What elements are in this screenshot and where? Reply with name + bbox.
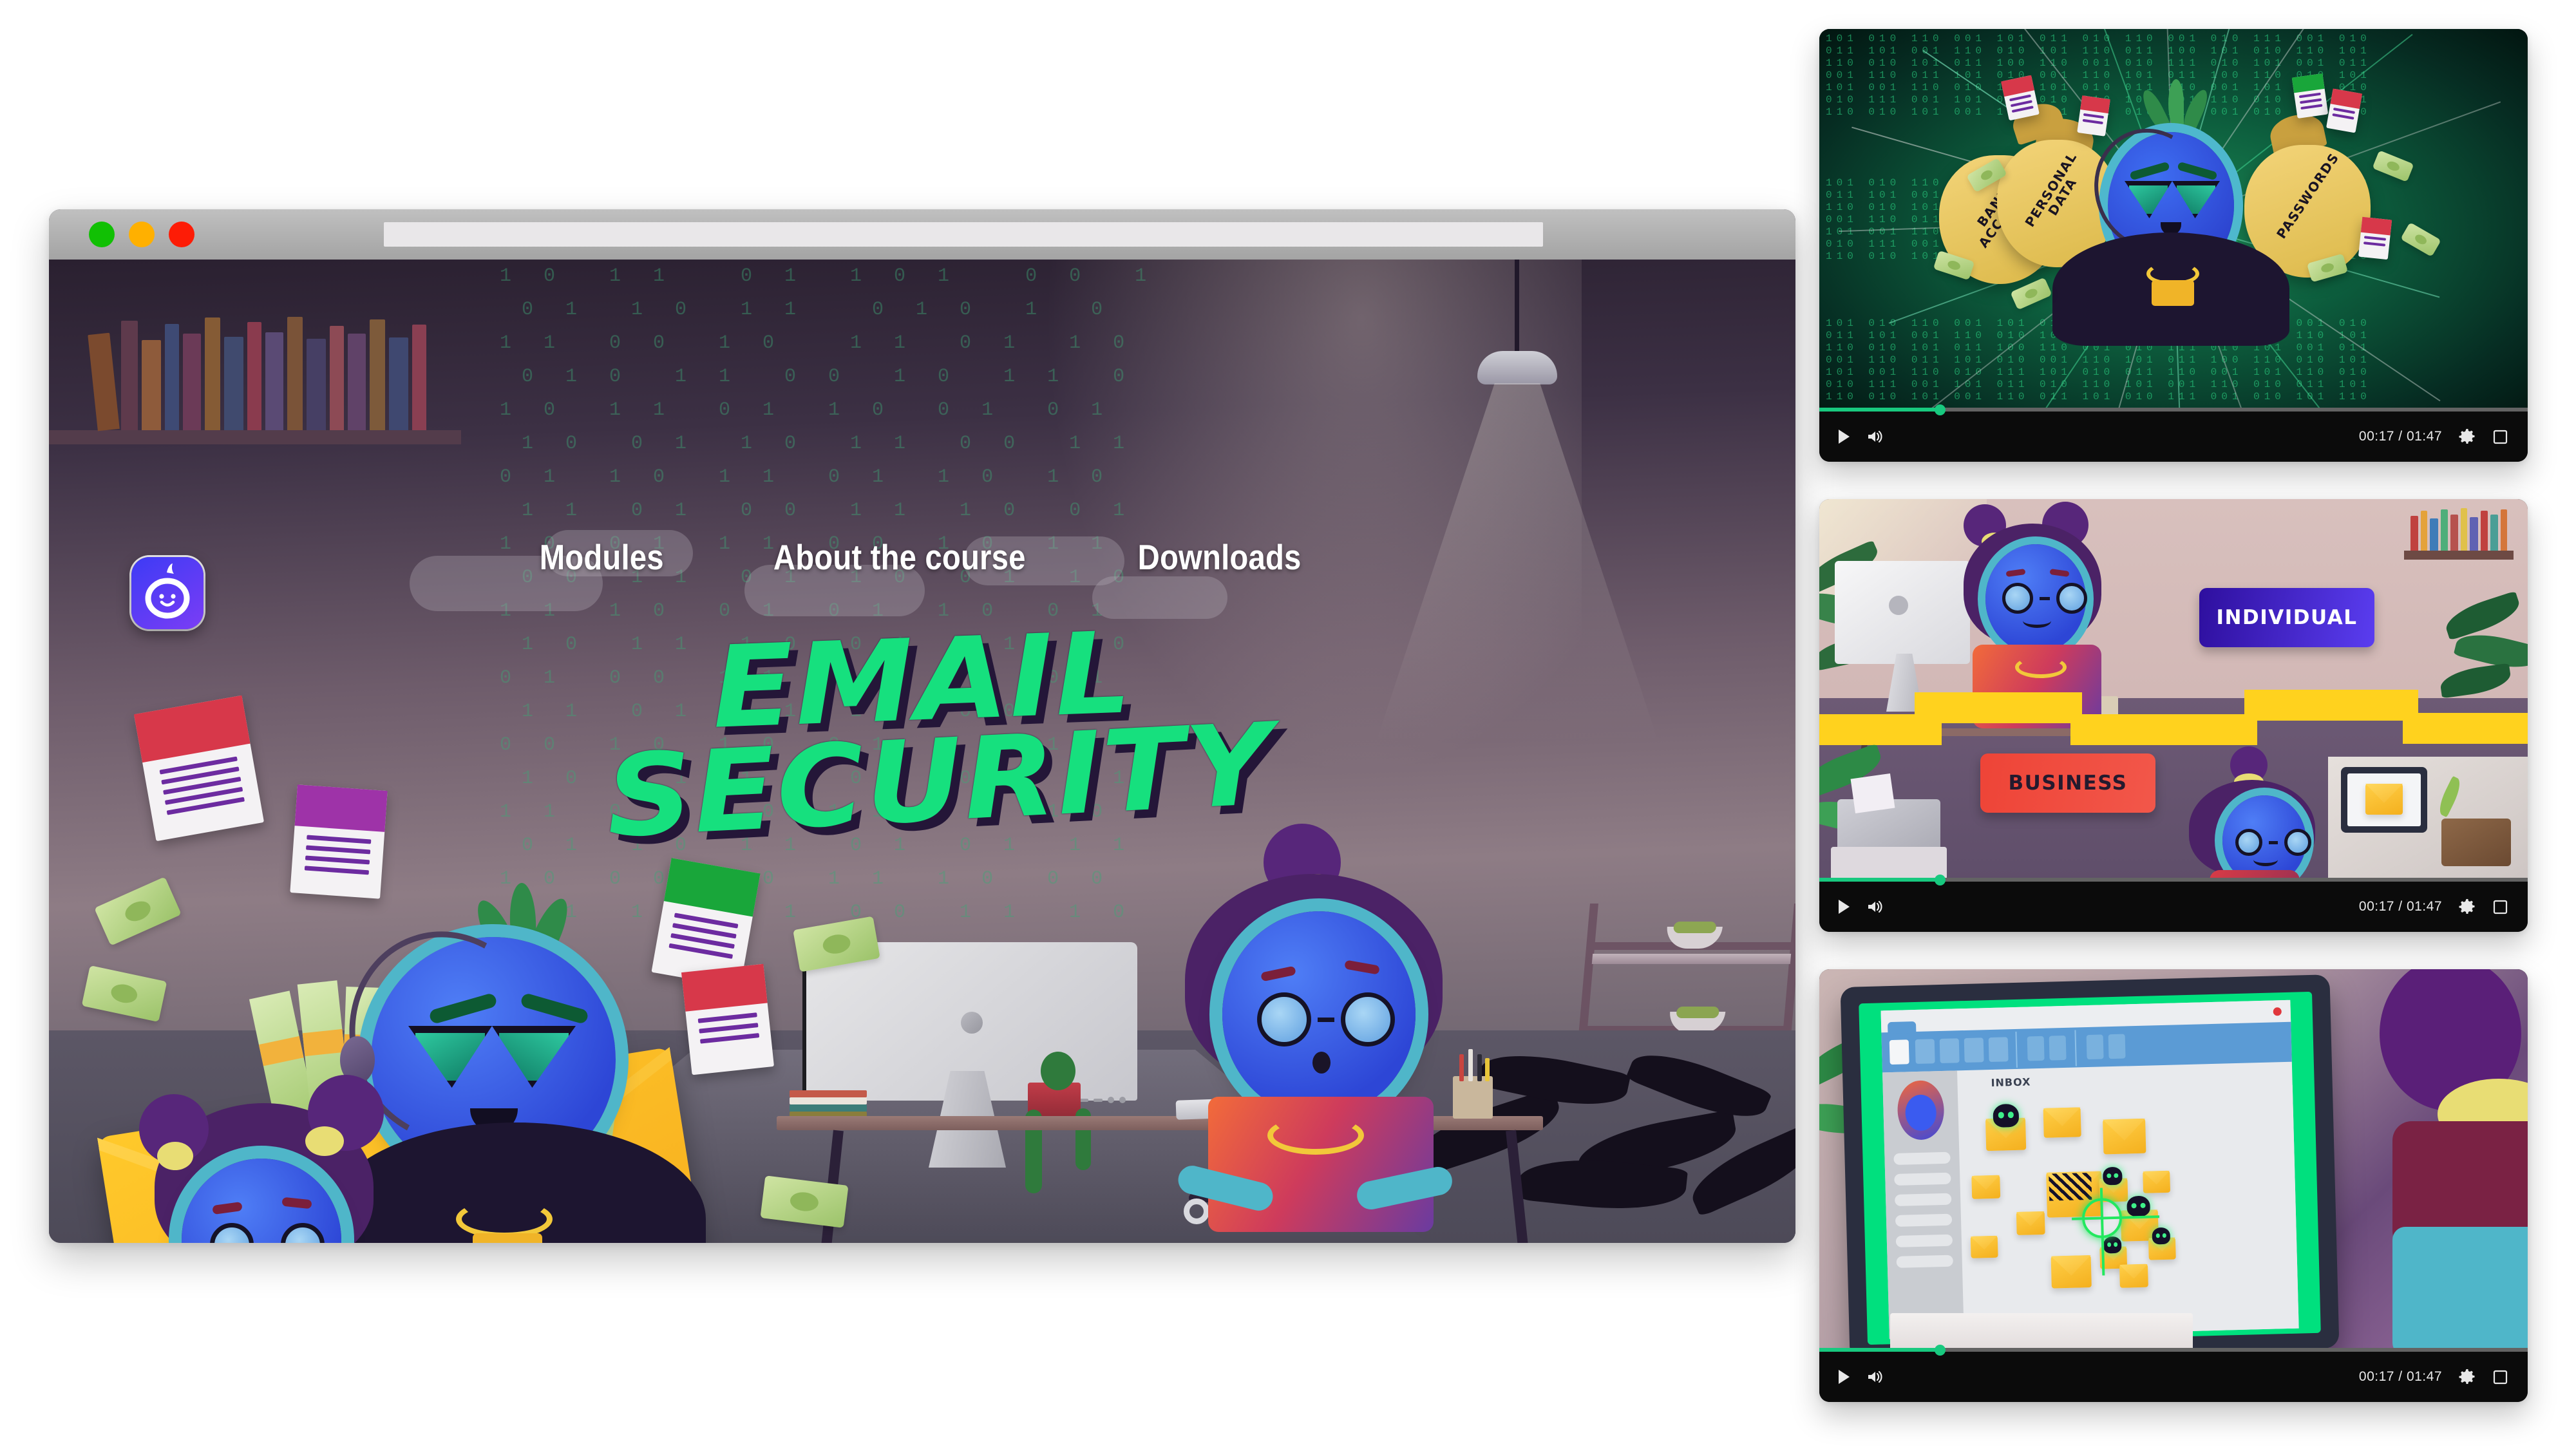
gear-icon[interactable] [2459,898,2476,915]
badge-individual: INDIVIDUAL [2199,588,2374,647]
play-button[interactable] [1839,900,1850,914]
browser-window: 1 0 1 1 0 1 1 0 1 0 0 1 0 1 1 0 1 1 0 1 … [49,209,1795,1243]
video-player-hacker[interactable]: 101 010 110 001 101 011 010 110 001 010 … [1819,29,2528,462]
pencil-cup [1453,1049,1493,1119]
bookshelf-board [49,430,461,444]
fullscreen-icon[interactable] [2492,429,2508,445]
mail-client: INBOX [1880,999,2299,1340]
close-button[interactable] [169,222,194,247]
crosshair-icon [2081,1197,2123,1239]
traffic-lights [89,222,194,247]
progress-bar[interactable] [1819,875,2528,886]
video-controls-hacker: 00:17 / 01:47 [1819,404,2528,462]
plant-silhouette [1383,988,1795,1243]
gear-icon[interactable] [2459,428,2476,445]
mouse-icon [1395,1097,1425,1116]
play-button[interactable] [1839,1370,1850,1384]
video-canvas-hacker: 101 010 110 001 101 011 010 110 001 010 … [1819,29,2528,412]
video-player-individual-business[interactable]: INDIVIDUAL BUSINESS 00:17 / 01:47 [1819,499,2528,932]
bookshelf-books [2408,507,2511,551]
letter-icon [2077,95,2110,137]
office-character-2 [2180,746,2334,882]
bookshelf-books [88,311,448,431]
video-canvas-individual-business: INDIVIDUAL BUSINESS [1819,499,2528,882]
badge-business: BUSINESS [1980,753,2155,813]
explosion-icon [2049,1172,2092,1201]
tab-inbox[interactable]: INBOX [1969,1070,2053,1094]
volume-icon[interactable] [1866,1369,1883,1385]
video-controls-individual-business: 00:17 / 01:47 [1819,875,2528,932]
inbox-game-board [1962,1084,2299,1337]
lightning-divider [1819,681,2528,745]
fullscreen-icon[interactable] [2492,1369,2508,1385]
skull-icon [2103,1236,2122,1254]
nav-item-about-the-course[interactable]: About the course [773,536,1026,578]
skull-icon [2152,1227,2171,1245]
progress-bar[interactable] [1819,1345,2528,1356]
desk-surface [777,1116,1543,1130]
skull-icon [2126,1195,2151,1217]
office-chair [1184,1129,1381,1243]
nav-item-downloads[interactable]: Downloads [1138,536,1302,578]
time-display: 00:17 / 01:47 [2358,1369,2442,1384]
tablet-device: INBOX [1840,974,2340,1352]
browser-chrome [49,209,1795,260]
time-display: 00:17 / 01:47 [2358,429,2442,444]
skull-icon [2102,1166,2123,1186]
play-button[interactable] [1839,430,1850,444]
pendant-lamp-icon [1477,351,1557,384]
address-bar[interactable] [384,222,1543,247]
time-display: 00:17 / 01:47 [2358,899,2442,914]
gear-icon[interactable] [2459,1368,2476,1385]
volume-icon[interactable] [1866,429,1883,444]
fullscreen-icon[interactable] [2492,899,2508,915]
lamp-cord [1515,260,1519,356]
minimize-button[interactable] [89,222,115,247]
letter-icon [2358,216,2392,260]
nav-item-modules[interactable]: Modules [540,536,664,578]
page-root: 1 0 1 1 0 1 1 0 1 0 0 1 0 1 1 0 1 1 0 1 … [0,0,2576,1449]
maximize-button[interactable] [129,222,155,247]
page-viewport: 1 0 1 1 0 1 1 0 1 0 0 1 0 1 1 0 1 1 0 1 … [49,260,1795,1243]
avatar [1897,1079,1945,1141]
desk-books [790,1090,867,1119]
close-icon[interactable] [2273,1007,2282,1016]
video-player-inbox-game[interactable]: INBOX 00:17 / 01:47 [1819,969,2528,1402]
main-navigation: Modules About the course Downloads [49,536,1795,578]
mail-sidebar [1882,1070,1964,1340]
video-controls-inbox-game: 00:17 / 01:47 [1819,1345,2528,1402]
volume-icon[interactable] [1866,899,1883,914]
skull-icon [1993,1103,2020,1128]
letter-icon [2291,73,2329,119]
hacker-character [2052,79,2289,346]
video-canvas-inbox-game: INBOX [1819,969,2528,1352]
foreground-character [2360,969,2528,1352]
progress-bar[interactable] [1819,404,2528,415]
